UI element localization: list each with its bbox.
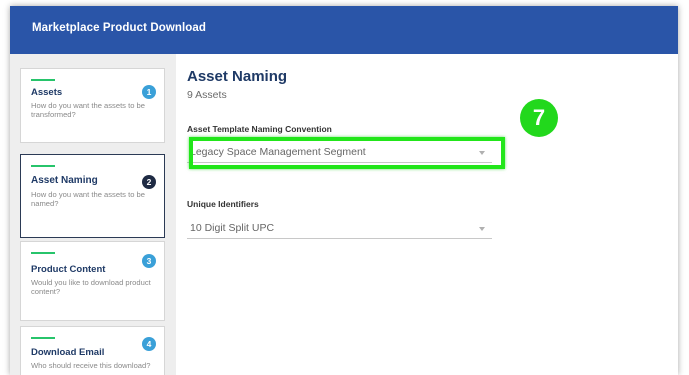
step-number-badge: 1 (142, 85, 156, 99)
step-product-content[interactable]: Product Content 3 Would you like to down… (20, 241, 165, 321)
page-title: Asset Naming (187, 68, 288, 85)
step-progress-bar (31, 252, 55, 254)
naming-convention-label: Asset Template Naming Convention (187, 124, 332, 134)
unique-identifiers-select[interactable]: 10 Digit Split UPC (187, 219, 492, 239)
step-assets[interactable]: Assets 1 How do you want the assets to b… (20, 68, 165, 143)
step-number-badge: 3 (142, 254, 156, 268)
window-title: Marketplace Product Download (32, 22, 207, 34)
main-panel: Asset Naming 9 Assets Asset Template Nam… (176, 54, 678, 375)
step-number-badge: 4 (142, 337, 156, 351)
step-description: How do you want the assets to be transfo… (31, 101, 145, 119)
step-progress-bar (31, 337, 55, 339)
step-progress-bar (31, 79, 55, 81)
steps-sidebar: Assets 1 How do you want the assets to b… (10, 54, 176, 375)
step-title: Product Content (31, 264, 106, 275)
step-progress-bar (31, 165, 55, 167)
step-asset-naming[interactable]: Asset Naming 2 How do you want the asset… (20, 154, 165, 238)
unique-identifiers-value: 10 Digit Split UPC (190, 222, 275, 234)
step-title: Download Email (31, 347, 105, 358)
step-title: Assets (31, 87, 63, 98)
chevron-down-icon (479, 227, 485, 231)
step-download-email[interactable]: Download Email 4 Who should receive this… (20, 326, 165, 375)
naming-convention-value: Legacy Space Management Segment (190, 146, 366, 158)
step-description: Would you like to download product conte… (31, 278, 151, 296)
chevron-down-icon (479, 151, 485, 155)
window-header: Marketplace Product Download (10, 6, 678, 54)
step-callout-badge: 7 (520, 99, 558, 137)
marketplace-download-window: Marketplace Product Download Assets 1 Ho… (10, 6, 678, 375)
step-title: Asset Naming (31, 175, 98, 186)
step-description: Who should receive this download? (31, 361, 151, 370)
unique-identifiers-label: Unique Identifiers (187, 199, 259, 209)
asset-count: 9 Assets (187, 89, 227, 101)
step-description: How do you want the assets to be named? (31, 190, 145, 208)
naming-convention-select[interactable]: Legacy Space Management Segment (187, 143, 492, 163)
step-number-badge: 2 (142, 175, 156, 189)
